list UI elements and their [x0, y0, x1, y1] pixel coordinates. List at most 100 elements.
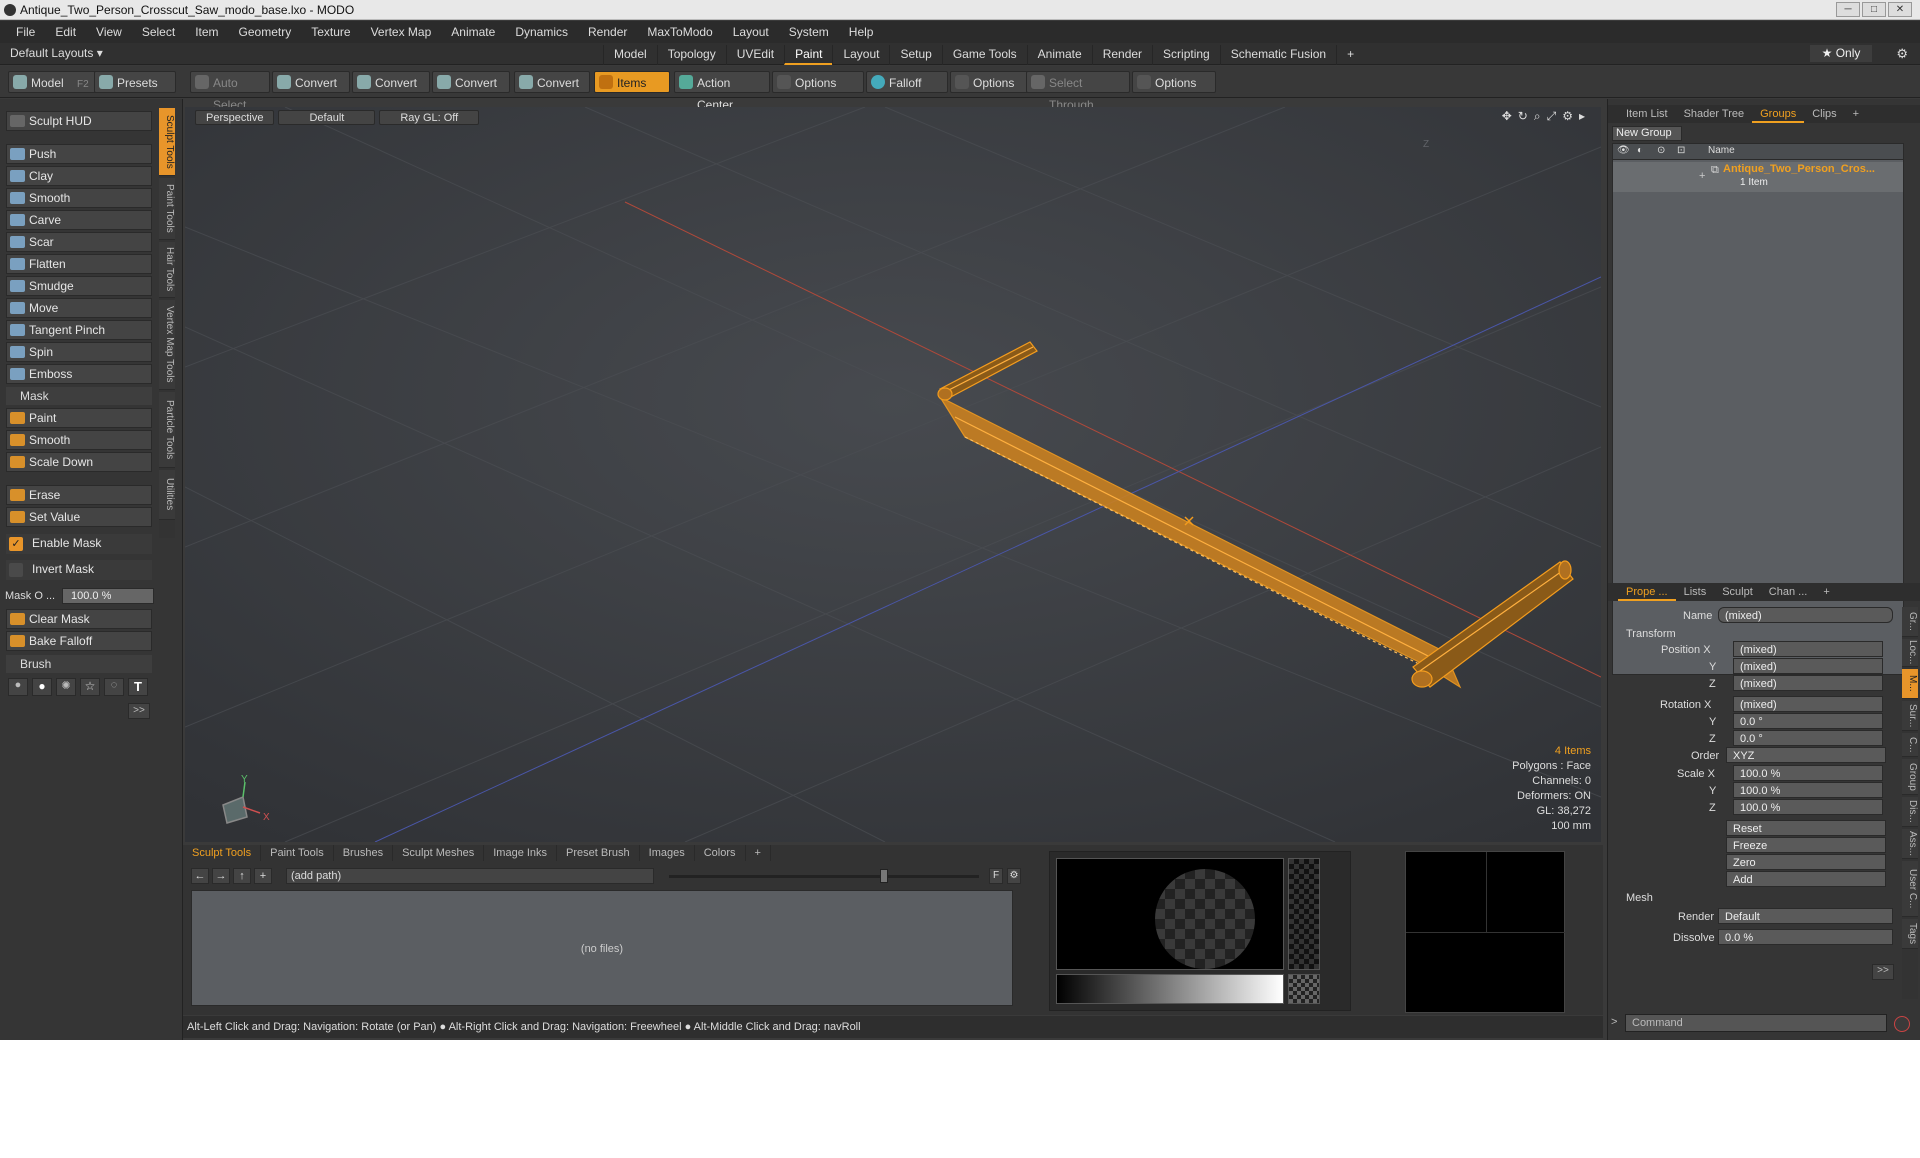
tab-sculpt[interactable]: Sculpt: [1714, 583, 1761, 601]
add-dropdown[interactable]: Add: [1726, 871, 1886, 887]
scale-y-field[interactable]: 100.0 %: [1733, 782, 1883, 798]
tab-scripting[interactable]: Scripting: [1152, 45, 1220, 65]
convert-vertices-button[interactable]: Convert: [272, 71, 350, 93]
tab-uvedit[interactable]: UVEdit: [725, 45, 784, 65]
command-record-icon[interactable]: [1894, 1016, 1910, 1032]
erase-button[interactable]: Erase: [6, 485, 152, 505]
invert-mask-checkbox[interactable]: Invert Mask: [6, 560, 152, 580]
tab-topology[interactable]: Topology: [656, 45, 726, 65]
tool-spin[interactable]: Spin: [6, 342, 152, 362]
render-icon[interactable]: ◐: [1637, 145, 1643, 156]
tool-push[interactable]: Push: [6, 144, 152, 164]
shading-dropdown[interactable]: Default: [278, 110, 376, 125]
menu-animate[interactable]: Animate: [441, 25, 505, 39]
rotation-z-field[interactable]: 0.0 °: [1733, 730, 1883, 746]
slider-handle[interactable]: [880, 869, 888, 883]
tab-properties[interactable]: Prope ...: [1618, 583, 1676, 601]
side-tab-sur[interactable]: Sur...: [1902, 701, 1918, 731]
tab-render[interactable]: Render: [1091, 45, 1152, 65]
tool-emboss[interactable]: Emboss: [6, 364, 152, 384]
lock-icon[interactable]: ⊙: [1657, 145, 1665, 156]
thumbnail-size-slider[interactable]: [669, 875, 979, 878]
side-tab-dis[interactable]: Dis...: [1902, 797, 1918, 827]
side-tab-user-channels[interactable]: User C...: [1902, 861, 1918, 917]
falloff-options-button[interactable]: Options: [950, 71, 1030, 93]
minimize-icon[interactable]: ─: [1836, 2, 1860, 17]
only-toggle[interactable]: ★ Only: [1810, 45, 1872, 62]
btab-colors[interactable]: Colors: [695, 845, 746, 861]
btab-preset-brush[interactable]: Preset Brush: [557, 845, 640, 861]
position-x-field[interactable]: (mixed): [1733, 641, 1883, 657]
convert-edges-button[interactable]: Convert: [352, 71, 430, 93]
sculpt-hud-button[interactable]: Sculpt HUD: [6, 111, 152, 131]
menu-file[interactable]: File: [6, 25, 45, 39]
bake-falloff-button[interactable]: Bake Falloff: [6, 631, 152, 651]
tool-smooth[interactable]: Smooth: [6, 188, 152, 208]
btab-image-inks[interactable]: Image Inks: [484, 845, 558, 861]
vtab-vertex-map-tools[interactable]: Vertex Map Tools: [159, 300, 175, 390]
name-field[interactable]: (mixed): [1718, 607, 1893, 623]
add-tab-icon[interactable]: +: [1336, 45, 1364, 65]
order-dropdown[interactable]: XYZ: [1726, 747, 1886, 763]
menu-texture[interactable]: Texture: [301, 25, 360, 39]
menu-system[interactable]: System: [779, 25, 839, 39]
back-arrow-icon[interactable]: ←: [191, 868, 209, 884]
tab-shader-tree[interactable]: Shader Tree: [1676, 105, 1753, 123]
add-tab-icon[interactable]: +: [1815, 583, 1837, 601]
side-tab-gr[interactable]: Gr...: [1902, 607, 1918, 637]
set-value-button[interactable]: Set Value: [6, 507, 152, 527]
auto-select-button[interactable]: Auto Select: [190, 71, 270, 112]
enable-mask-checkbox[interactable]: ✓ Enable Mask: [6, 534, 152, 554]
browser-settings-icon[interactable]: ⚙: [1007, 868, 1021, 884]
maximize-icon[interactable]: □: [1862, 2, 1886, 17]
visibility-eye-icon[interactable]: 👁: [1617, 145, 1630, 156]
menu-dynamics[interactable]: Dynamics: [505, 25, 578, 39]
tab-layout[interactable]: Layout: [832, 45, 889, 65]
filter-button[interactable]: F: [989, 868, 1003, 884]
btab-images[interactable]: Images: [640, 845, 695, 861]
tool-flatten[interactable]: Flatten: [6, 254, 152, 274]
tab-game-tools[interactable]: Game Tools: [941, 45, 1027, 65]
scale-x-field[interactable]: 100.0 %: [1733, 765, 1883, 781]
new-group-button[interactable]: New Group: [1612, 126, 1682, 141]
vtab-utilities[interactable]: Utilities: [159, 470, 175, 520]
rotation-y-field[interactable]: 0.0 °: [1733, 713, 1883, 729]
viewport-scene[interactable]: Y X Z: [185, 107, 1601, 842]
tab-lists[interactable]: Lists: [1676, 583, 1715, 601]
group-row[interactable]: + ⧉ Antique_Two_Person_Cros... 1 Item: [1613, 162, 1903, 192]
menu-select[interactable]: Select: [132, 25, 185, 39]
menu-view[interactable]: View: [86, 25, 132, 39]
btab-brushes[interactable]: Brushes: [334, 845, 394, 861]
zoom-icon[interactable]: ⌕: [1534, 109, 1541, 124]
presets-button[interactable]: Presets F6: [94, 71, 176, 112]
convert-materials-button[interactable]: Convert: [514, 71, 590, 93]
transform-section[interactable]: Transform: [1626, 626, 1676, 642]
tab-item-list[interactable]: Item List: [1618, 105, 1676, 123]
tab-channels[interactable]: Chan ...: [1761, 583, 1816, 601]
viewport-settings-icon[interactable]: ⚙: [1562, 109, 1573, 124]
tab-model[interactable]: Model: [603, 45, 657, 65]
pan-icon[interactable]: ✥: [1502, 109, 1512, 124]
tool-smudge[interactable]: Smudge: [6, 276, 152, 296]
btab-add[interactable]: +: [746, 845, 771, 861]
splat-brush-icon[interactable]: ✺: [56, 678, 76, 696]
reset-dropdown[interactable]: Reset: [1726, 820, 1886, 836]
falloff-button[interactable]: Falloff: [866, 71, 948, 93]
btab-sculpt-meshes[interactable]: Sculpt Meshes: [393, 845, 485, 861]
menu-render[interactable]: Render: [578, 25, 637, 39]
path-dropdown[interactable]: (add path): [286, 868, 654, 884]
menu-help[interactable]: Help: [839, 25, 884, 39]
expand-arrow-icon[interactable]: ▸: [1579, 109, 1585, 124]
dissolve-field[interactable]: 0.0 %: [1718, 929, 1893, 945]
tool-clay[interactable]: Clay: [6, 166, 152, 186]
mask-section-header[interactable]: Mask: [6, 387, 152, 405]
tool-tangent-pinch[interactable]: Tangent Pinch: [6, 320, 152, 340]
side-tab-group[interactable]: Group: [1902, 759, 1918, 795]
add-path-icon[interactable]: +: [254, 868, 272, 884]
command-input[interactable]: Command: [1625, 1014, 1887, 1032]
select-through-button[interactable]: Select Through: [1026, 71, 1130, 112]
side-tab-tags[interactable]: Tags: [1902, 919, 1918, 949]
action-center-button[interactable]: Action Center: [674, 71, 770, 112]
tab-clips[interactable]: Clips: [1804, 105, 1844, 123]
view-mode-dropdown[interactable]: Perspective: [195, 110, 275, 125]
